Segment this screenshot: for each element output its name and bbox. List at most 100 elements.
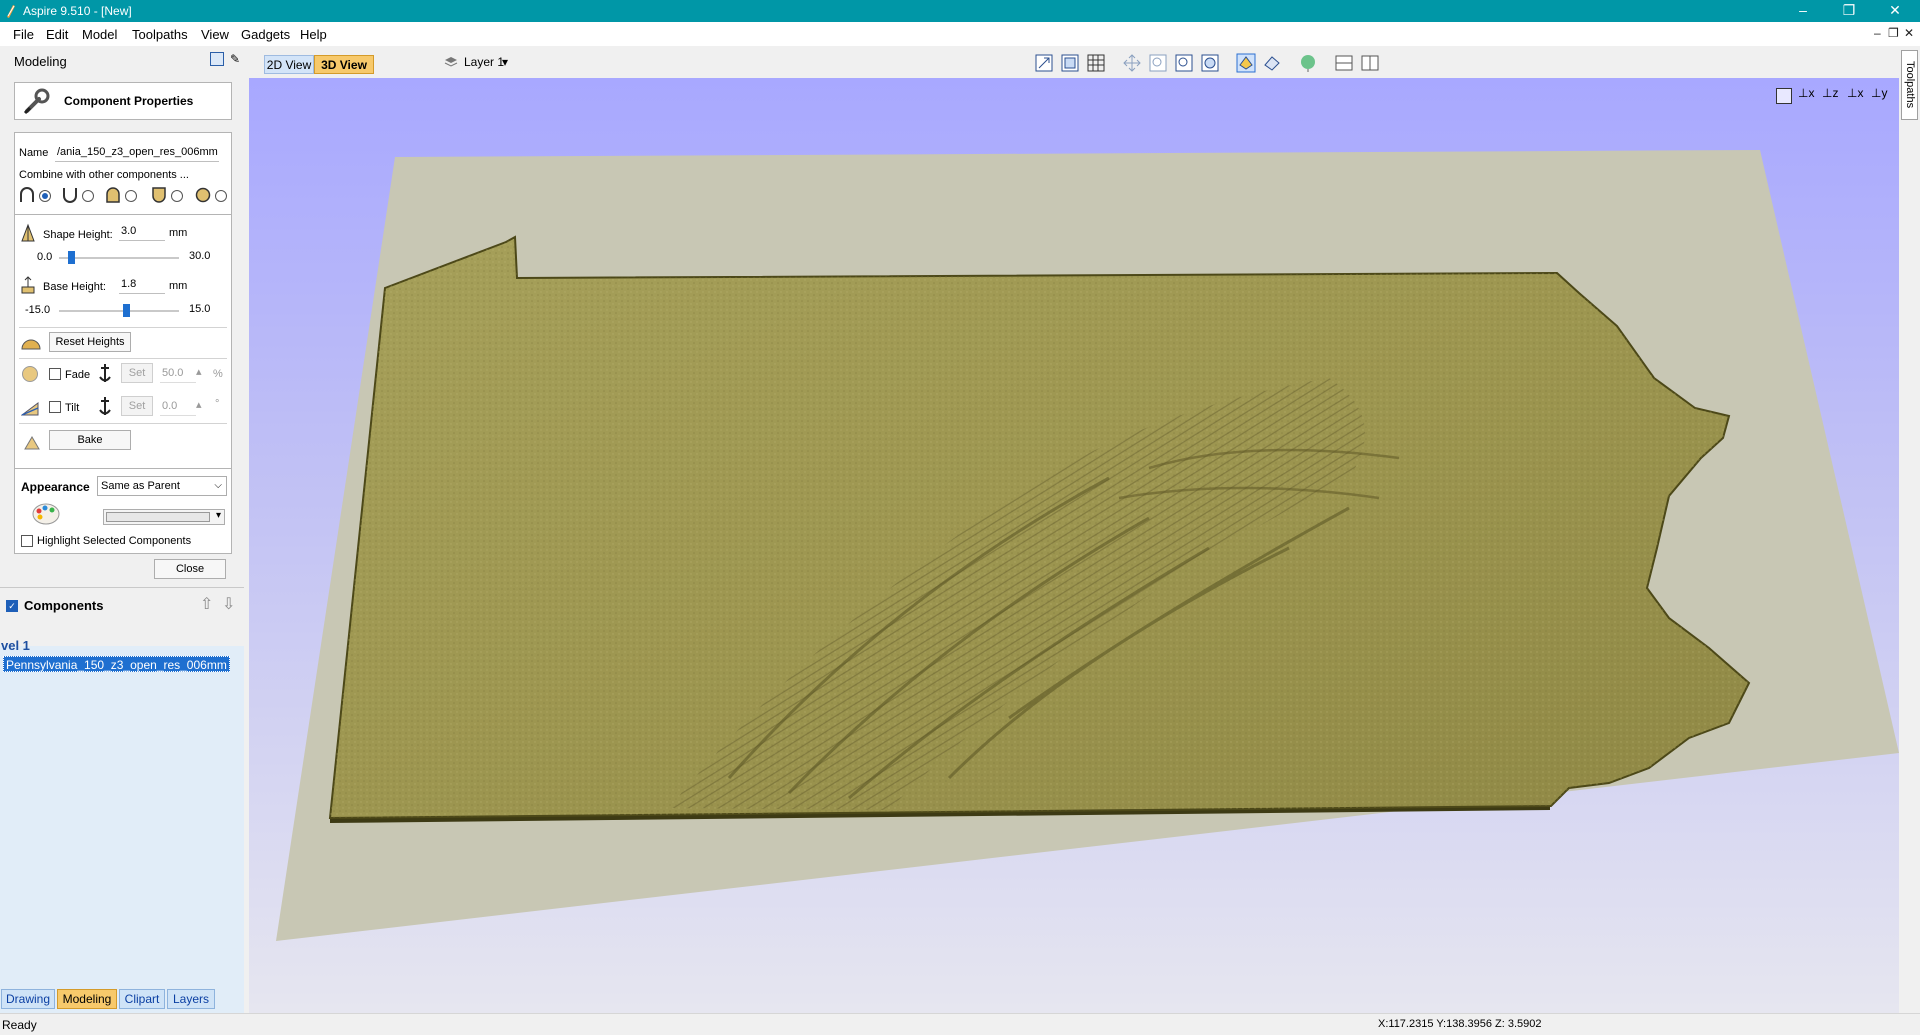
wrench-icon bbox=[23, 88, 50, 115]
tilt-spin-icon[interactable]: ▴ bbox=[196, 398, 202, 411]
base-height-min: -15.0 bbox=[25, 304, 51, 316]
menu-help[interactable]: Help bbox=[300, 27, 327, 42]
highlight-checkbox[interactable] bbox=[21, 535, 33, 547]
fade-unit: % bbox=[213, 368, 223, 380]
toggle-vector-icon[interactable] bbox=[1262, 53, 1282, 73]
3d-viewport[interactable]: ⊥x ⊥z ⊥x ⊥y bbox=[249, 78, 1899, 1013]
base-height-label: Base Height: bbox=[43, 281, 106, 293]
tab-2d-view[interactable]: 2D View bbox=[264, 55, 314, 74]
menu-toolpaths[interactable]: Toolpaths bbox=[132, 27, 188, 42]
menu-file[interactable]: File bbox=[13, 27, 34, 42]
chevron-down-icon: ▾ bbox=[215, 510, 221, 521]
tab-clipart[interactable]: Clipart bbox=[119, 989, 165, 1009]
shade-icon[interactable] bbox=[1298, 53, 1318, 73]
subtract-mode-icon[interactable] bbox=[62, 187, 78, 203]
combine-add-radio[interactable] bbox=[39, 190, 51, 202]
level-item[interactable]: vel 1 bbox=[1, 638, 30, 653]
relief-model-render[interactable] bbox=[249, 78, 1899, 1013]
palette-icon[interactable] bbox=[31, 502, 61, 526]
tab-drawing[interactable]: Drawing bbox=[1, 989, 55, 1009]
modeling-panel: Modeling ✎ Component Properties Name /an… bbox=[0, 46, 248, 1026]
split-vertical-icon[interactable] bbox=[1360, 53, 1380, 73]
fade-anchor-icon[interactable] bbox=[97, 362, 113, 384]
appearance-box: Appearance Same as Parent ⌵ ▾ Highlight … bbox=[14, 468, 232, 554]
view-y-icon[interactable]: ⊥y bbox=[1871, 86, 1887, 100]
combine-merge-radio[interactable] bbox=[125, 190, 137, 202]
right-panel-strip: Toolpaths bbox=[1899, 46, 1920, 1013]
panel-dock-icon[interactable] bbox=[210, 52, 224, 66]
components-header: ✓ Components ⇧ ⇩ bbox=[0, 587, 244, 619]
menu-gadgets[interactable]: Gadgets bbox=[241, 27, 290, 42]
view-z-icon[interactable]: ⊥z bbox=[1822, 86, 1838, 100]
heights-box: Shape Height: 3.0 mm 0.0 30.0 Base Heigh… bbox=[14, 214, 232, 508]
separator bbox=[19, 327, 227, 328]
grid-icon[interactable] bbox=[1086, 53, 1106, 73]
split-horizontal-icon[interactable] bbox=[1334, 53, 1354, 73]
components-visibility-checkbox[interactable]: ✓ bbox=[6, 600, 18, 612]
cursor-coordinates: X:117.2315 Y:138.3956 Z: 3.5902 bbox=[1378, 1018, 1542, 1030]
shape-height-max: 30.0 bbox=[189, 250, 211, 262]
tilt-checkbox[interactable] bbox=[49, 401, 61, 413]
tab-modeling[interactable]: Modeling bbox=[57, 989, 117, 1009]
fade-set-button[interactable]: Set bbox=[121, 363, 153, 383]
mdi-restore-button[interactable]: ❐ bbox=[1888, 26, 1899, 40]
color-swatch-dropdown[interactable]: ▾ bbox=[103, 509, 225, 525]
tab-toolpaths[interactable]: Toolpaths bbox=[1901, 50, 1918, 120]
base-height-slider[interactable] bbox=[59, 310, 179, 312]
merge-low-mode-icon[interactable] bbox=[151, 187, 167, 203]
minimize-button[interactable]: – bbox=[1780, 0, 1826, 22]
tilt-anchor-icon[interactable] bbox=[97, 395, 113, 417]
add-mode-icon[interactable] bbox=[19, 187, 35, 203]
zoom-out-icon[interactable] bbox=[1174, 53, 1194, 73]
combine-multiply-radio[interactable] bbox=[215, 190, 227, 202]
shape-height-input[interactable]: 3.0 bbox=[119, 223, 165, 241]
move-down-icon[interactable]: ⇩ bbox=[222, 594, 235, 614]
toggle-component-icon[interactable] bbox=[1236, 53, 1256, 73]
fade-checkbox[interactable] bbox=[49, 368, 61, 380]
separator bbox=[19, 358, 227, 359]
tilt-value-input[interactable]: 0.0 bbox=[160, 398, 196, 416]
pan-icon[interactable] bbox=[1122, 53, 1142, 73]
name-field[interactable]: /ania_150_z3_open_res_006mm bbox=[55, 144, 219, 162]
zoom-box-icon[interactable] bbox=[1060, 53, 1080, 73]
base-height-input[interactable]: 1.8 bbox=[119, 276, 165, 294]
zoom-extents-icon[interactable] bbox=[1034, 53, 1054, 73]
combine-low-radio[interactable] bbox=[171, 190, 183, 202]
bake-button[interactable]: Bake bbox=[49, 430, 131, 450]
multiply-mode-icon[interactable] bbox=[195, 187, 211, 203]
combine-subtract-radio[interactable] bbox=[82, 190, 94, 202]
shape-height-slider-thumb[interactable] bbox=[68, 251, 75, 264]
aspire-logo-icon bbox=[7, 5, 15, 18]
close-properties-button[interactable]: Close bbox=[154, 559, 226, 579]
layer-selector[interactable]: Layer 1 ▾ bbox=[444, 52, 510, 72]
base-height-slider-thumb[interactable] bbox=[123, 304, 131, 317]
menu-view[interactable]: View bbox=[201, 27, 229, 42]
menu-edit[interactable]: Edit bbox=[46, 27, 68, 42]
move-up-icon[interactable]: ⇧ bbox=[200, 594, 213, 614]
component-item-selected[interactable]: Pennsylvania_150_z3_open_res_006mm bbox=[3, 656, 230, 672]
fade-spin-icon[interactable]: ▴ bbox=[196, 365, 202, 378]
component-properties-title: Component Properties bbox=[64, 94, 194, 108]
view-x-icon[interactable]: ⊥x bbox=[1847, 86, 1863, 100]
reset-heights-button[interactable]: Reset Heights bbox=[49, 332, 131, 352]
view-iso-icon[interactable]: ⊥x bbox=[1798, 86, 1814, 100]
mdi-close-button[interactable]: ✕ bbox=[1904, 26, 1914, 40]
tilt-set-button[interactable]: Set bbox=[121, 396, 153, 416]
merge-high-mode-icon[interactable] bbox=[105, 187, 121, 203]
highlight-label: Highlight Selected Components bbox=[37, 535, 192, 547]
menu-model[interactable]: Model bbox=[82, 27, 117, 42]
fade-value-input[interactable]: 50.0 bbox=[160, 365, 196, 383]
maximize-button[interactable]: ❐ bbox=[1826, 0, 1872, 22]
zoom-in-icon[interactable] bbox=[1148, 53, 1168, 73]
panel-header: Modeling ✎ bbox=[0, 46, 248, 76]
panel-pin-icon[interactable]: ✎ bbox=[230, 52, 240, 66]
close-button[interactable]: ✕ bbox=[1872, 0, 1918, 22]
shape-height-slider[interactable] bbox=[59, 257, 179, 259]
appearance-dropdown[interactable]: Same as Parent ⌵ bbox=[97, 476, 227, 496]
tab-3d-view[interactable]: 3D View bbox=[314, 55, 374, 74]
view-fit-icon[interactable] bbox=[1776, 88, 1792, 104]
mdi-minimize-button[interactable]: – bbox=[1874, 26, 1881, 40]
tab-layers[interactable]: Layers bbox=[167, 989, 215, 1009]
combine-label: Combine with other components ... bbox=[19, 169, 189, 181]
zoom-fit-icon[interactable] bbox=[1200, 53, 1220, 73]
